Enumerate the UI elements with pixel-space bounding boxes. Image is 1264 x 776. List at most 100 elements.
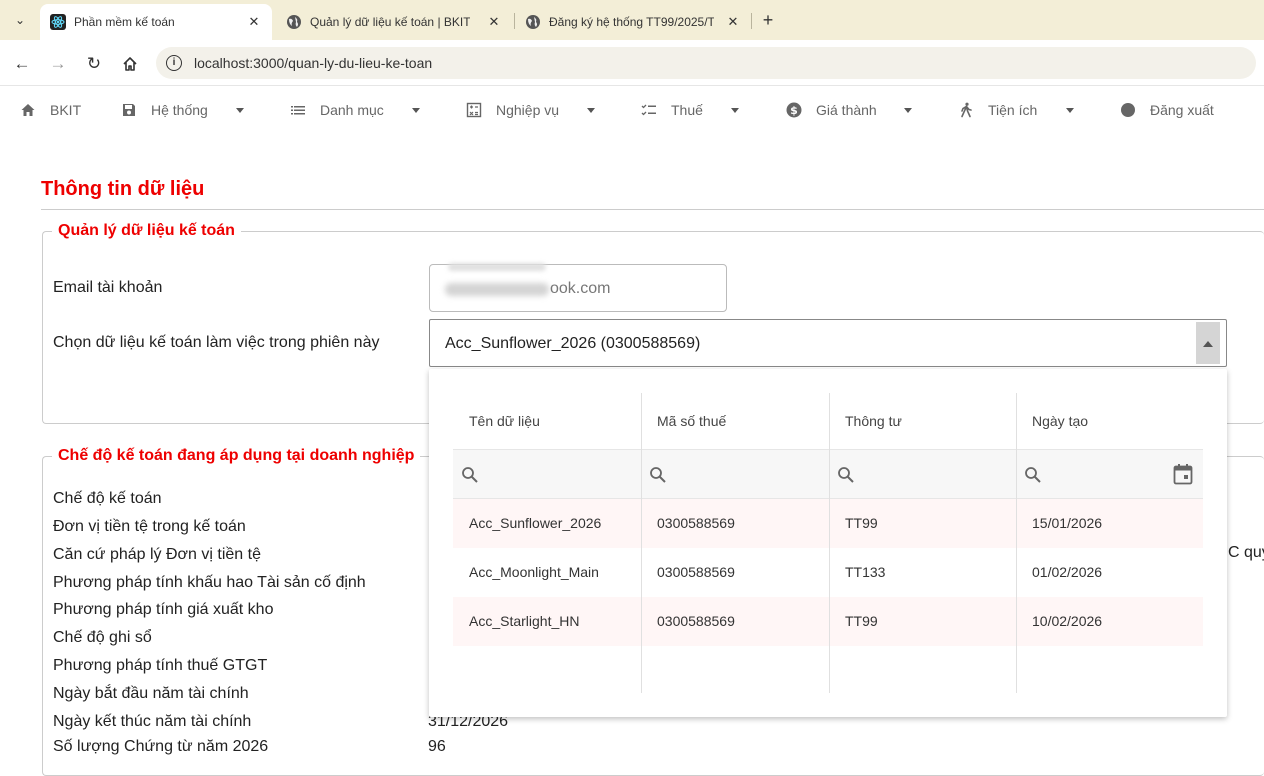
caret-down-icon: [731, 108, 739, 113]
voucher-count-value: 96: [428, 738, 446, 755]
tab-title: Phần mềm kế toán: [74, 15, 175, 29]
calendar-icon[interactable]: [1173, 463, 1193, 485]
column-header[interactable]: Ngày tạo: [1016, 393, 1203, 449]
accounting-data-select[interactable]: Acc_Sunflower_2026 (0300588569): [429, 319, 1227, 367]
globe-icon: [525, 14, 541, 30]
page-title: Thông tin dữ liệu: [41, 178, 205, 200]
caret-up-icon: [1203, 341, 1213, 347]
menu-caret[interactable]: [412, 100, 422, 120]
browser-tabbar: ⌄ Phần mềm kế toán ✕ Quản lý dữ liệu kế …: [0, 0, 1264, 40]
globe-icon: [286, 14, 302, 30]
menu-caret[interactable]: [904, 100, 914, 120]
close-tab-icon[interactable]: ✕: [486, 14, 502, 30]
cell-circular: TT133: [845, 564, 886, 580]
field-label: Căn cứ pháp lý Đơn vị tiền tệ: [53, 546, 261, 563]
menu-label: Thuế: [671, 102, 703, 118]
column-header[interactable]: Thông tư: [829, 393, 1016, 449]
search-icon[interactable]: [1024, 466, 1042, 484]
address-bar[interactable]: i localhost:3000/quan-ly-du-lieu-ke-toan: [156, 47, 1256, 79]
list-icon: [290, 102, 306, 118]
caret-down-icon: [904, 108, 912, 113]
search-icon[interactable]: [837, 466, 855, 484]
column-divider: [1016, 393, 1017, 693]
menu-caret[interactable]: [236, 100, 246, 120]
menu-item-bkit[interactable]: BKIT: [20, 100, 81, 120]
filter-row: [453, 449, 1203, 499]
select-data-label: Chọn dữ liệu kế toán làm việc trong phiê…: [53, 334, 380, 351]
browser-tab[interactable]: Quản lý dữ liệu kế toán | BKIT ✕: [276, 4, 512, 40]
tab-title: Quản lý dữ liệu kế toán | BKIT: [310, 15, 470, 29]
browser-toolbar: ← → ↻ i localhost:3000/quan-ly-du-lieu-k…: [0, 40, 1264, 86]
legal-basis-value: C quy: [1228, 544, 1264, 561]
person-walking-icon: [958, 102, 974, 118]
column-divider: [641, 393, 642, 693]
cell-tax-code: 0300588569: [657, 564, 735, 580]
cell-created-date: 10/02/2026: [1032, 613, 1103, 629]
svg-text:$: $: [790, 104, 798, 117]
cell-circular: TT99: [845, 515, 878, 531]
checklist-icon: [641, 102, 657, 118]
menu-label: Danh mục: [320, 102, 384, 118]
search-icon[interactable]: [649, 466, 667, 484]
column-header[interactable]: Mã số thuế: [641, 393, 829, 449]
table-row[interactable]: Acc_Starlight_HN 0300588569 TT99 10/02/2…: [453, 597, 1203, 646]
url-text: localhost:3000/quan-ly-du-lieu-ke-toan: [194, 55, 433, 71]
field-label: Số lượng Chứng từ năm 2026: [53, 738, 269, 755]
close-tab-icon[interactable]: ✕: [246, 14, 262, 30]
email-field[interactable]: ook.com: [429, 263, 727, 312]
home-icon: [20, 102, 36, 118]
title-divider: [41, 209, 1264, 210]
menu-label: Giá thành: [816, 102, 877, 118]
menu-caret[interactable]: [731, 100, 741, 120]
home-icon[interactable]: [118, 52, 142, 76]
new-tab-plus-icon[interactable]: +: [758, 8, 778, 32]
menu-item-gia-thanh[interactable]: $ Giá thành: [786, 100, 877, 120]
select-value: Acc_Sunflower_2026 (0300588569): [445, 335, 701, 352]
field-label: Phương pháp tính khấu hao Tài sản cố địn…: [53, 574, 366, 591]
menu-item-tien-ich[interactable]: Tiện ích: [958, 100, 1037, 120]
redacted-blur: [448, 263, 546, 271]
back-arrow-icon[interactable]: ←: [10, 52, 34, 76]
section-legend: Quản lý dữ liệu kế toán: [52, 222, 241, 240]
data-select-dropdown: Tên dữ liệu Mã số thuế Thông tư Ngày tạo…: [429, 369, 1227, 717]
field-label: Chế độ ghi sổ: [53, 629, 152, 646]
menu-item-danh-muc[interactable]: Danh mục: [290, 100, 384, 120]
column-header[interactable]: Tên dữ liệu: [453, 393, 641, 449]
forward-arrow-icon[interactable]: →: [46, 52, 70, 76]
browser-tab[interactable]: Đăng ký hệ thống TT99/2025/T ✕: [515, 4, 751, 40]
field-label: Chế độ kế toán: [53, 490, 162, 507]
menu-caret[interactable]: [1066, 100, 1076, 120]
table-row[interactable]: Acc_Moonlight_Main 0300588569 TT133 01/0…: [453, 548, 1203, 597]
app-menubar: BKIT Hệ thống Danh mục Nghiệp vụ Thuế $ …: [0, 88, 1264, 132]
menu-item-nghiep-vu[interactable]: Nghiệp vụ: [466, 100, 559, 120]
field-label: Phương pháp tính giá xuất kho: [53, 601, 274, 618]
cell-data-name: Acc_Starlight_HN: [469, 613, 580, 629]
caret-down-icon: [236, 108, 244, 113]
site-info-icon[interactable]: i: [166, 55, 182, 71]
tab-search-chevron-icon[interactable]: ⌄: [10, 10, 30, 30]
close-tab-icon[interactable]: ✕: [725, 14, 741, 30]
search-icon[interactable]: [461, 466, 479, 484]
browser-tab-active[interactable]: Phần mềm kế toán ✕: [40, 4, 272, 40]
menu-label: Hệ thống: [151, 102, 208, 118]
cell-created-date: 15/01/2026: [1032, 515, 1103, 531]
cell-data-name: Acc_Moonlight_Main: [469, 564, 599, 580]
save-icon: [121, 102, 137, 118]
cell-data-name: Acc_Sunflower_2026: [469, 515, 602, 531]
cell-tax-code: 0300588569: [657, 613, 735, 629]
menu-item-he-thong[interactable]: Hệ thống: [121, 100, 208, 120]
section-legend: Chế độ kế toán đang áp dụng tại doanh ng…: [52, 447, 421, 465]
menu-item-thue[interactable]: Thuế: [641, 100, 703, 120]
field-label: Ngày kết thúc năm tài chính: [53, 713, 252, 730]
cell-tax-code: 0300588569: [657, 515, 735, 531]
reload-icon[interactable]: ↻: [82, 52, 106, 76]
select-toggle[interactable]: [1196, 322, 1220, 364]
table-row[interactable]: Acc_Sunflower_2026 0300588569 TT99 15/01…: [453, 499, 1203, 548]
caret-down-icon: [1066, 108, 1074, 113]
field-label: Ngày bắt đầu năm tài chính: [53, 685, 249, 702]
email-label: Email tài khoản: [53, 279, 163, 296]
menu-label: Nghiệp vụ: [496, 102, 560, 118]
menu-item-dang-xuat[interactable]: Đăng xuất: [1120, 100, 1214, 120]
menu-caret[interactable]: [587, 100, 597, 120]
cell-created-date: 01/02/2026: [1032, 564, 1103, 580]
